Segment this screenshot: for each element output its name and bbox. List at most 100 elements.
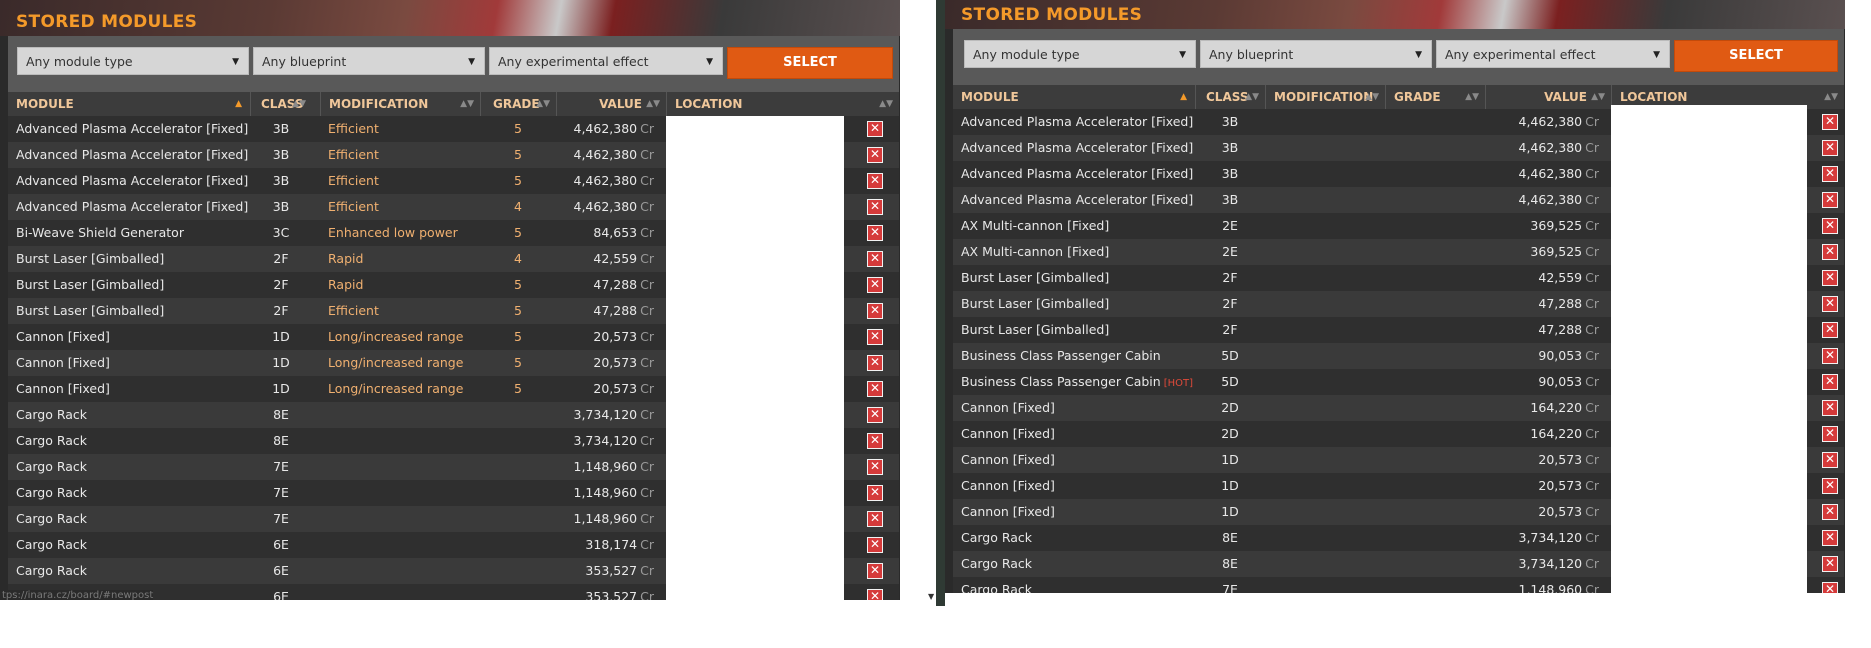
- currency-label: Cr: [640, 329, 654, 344]
- delete-x-icon[interactable]: ✕: [867, 537, 883, 553]
- page-title: STORED MODULES: [16, 12, 198, 32]
- delete-x-icon[interactable]: ✕: [1822, 270, 1838, 286]
- delete-x-icon[interactable]: ✕: [867, 355, 883, 371]
- column-modification[interactable]: MODIFICATION ▲▼: [320, 92, 480, 116]
- module-name-text: Advanced Plasma Accelerator [Fixed]: [961, 140, 1194, 155]
- column-grade[interactable]: GRADE ▲▼: [480, 92, 556, 116]
- module-type-select[interactable]: Any module type ▼: [964, 40, 1196, 68]
- currency-label: Cr: [1585, 348, 1599, 363]
- delete-x-icon[interactable]: ✕: [867, 563, 883, 579]
- delete-x-icon[interactable]: ✕: [867, 329, 883, 345]
- module-value: 4,462,380 Cr: [556, 142, 655, 168]
- delete-x-icon[interactable]: ✕: [1822, 556, 1838, 572]
- delete-x-icon[interactable]: ✕: [1822, 478, 1838, 494]
- currency-label: Cr: [640, 511, 654, 526]
- delete-x-icon[interactable]: ✕: [1822, 452, 1838, 468]
- module-value-text: 4,462,380: [573, 147, 638, 162]
- delete-x-icon[interactable]: ✕: [867, 511, 883, 527]
- delete-x-icon[interactable]: ✕: [1822, 114, 1838, 130]
- delete-x-icon[interactable]: ✕: [1822, 426, 1838, 442]
- delete-x-icon[interactable]: ✕: [867, 433, 883, 449]
- delete-x-icon[interactable]: ✕: [867, 173, 883, 189]
- module-value-text: 47,288: [593, 277, 638, 292]
- delete-x-icon[interactable]: ✕: [867, 589, 883, 600]
- delete-x-icon[interactable]: ✕: [867, 407, 883, 423]
- module-grade: 5: [514, 173, 522, 188]
- module-name-text: Cargo Rack: [961, 582, 1033, 593]
- module-name-text: Advanced Plasma Accelerator [Fixed]: [961, 114, 1194, 129]
- experimental-effect-select[interactable]: Any experimental effect ▼: [1436, 40, 1670, 68]
- module-value-text: 20,573: [593, 329, 638, 344]
- delete-x-icon[interactable]: ✕: [1822, 140, 1838, 156]
- column-class[interactable]: CLASS ▲▼: [250, 92, 312, 116]
- currency-label: Cr: [640, 225, 654, 240]
- module-value-text: 42,559: [1538, 270, 1583, 285]
- experimental-effect-select[interactable]: Any experimental effect ▼: [489, 47, 723, 75]
- delete-x-icon[interactable]: ✕: [867, 459, 883, 475]
- column-value[interactable]: VALUE ▲▼: [556, 92, 666, 116]
- currency-label: Cr: [640, 407, 654, 422]
- module-value-text: 42,559: [593, 251, 638, 266]
- column-module[interactable]: MODULE ▲: [8, 92, 250, 116]
- delete-x-icon[interactable]: ✕: [867, 199, 883, 215]
- delete-x-icon[interactable]: ✕: [1822, 192, 1838, 208]
- blueprint-select[interactable]: Any blueprint ▼: [253, 47, 485, 75]
- delete-x-icon[interactable]: ✕: [1822, 374, 1838, 390]
- module-name-text: Bi-Weave Shield Generator: [16, 225, 184, 240]
- column-modification[interactable]: MODIFICATION ▲▼: [1265, 85, 1385, 109]
- delete-x-icon[interactable]: ✕: [1822, 400, 1838, 416]
- module-value: 3,734,120 Cr: [1485, 525, 1600, 551]
- module-value: 164,220 Cr: [1485, 395, 1599, 421]
- delete-x-icon[interactable]: ✕: [1822, 166, 1838, 182]
- delete-x-icon[interactable]: ✕: [867, 147, 883, 163]
- scroll-down-icon[interactable]: ▼: [928, 592, 934, 601]
- column-class[interactable]: CLASS ▲▼: [1195, 85, 1265, 109]
- module-name: AX Multi-cannon [Fixed]: [961, 239, 1193, 265]
- module-class: 2F: [273, 303, 289, 318]
- delete-x-icon[interactable]: ✕: [1822, 218, 1838, 234]
- column-value-label: VALUE: [599, 97, 642, 111]
- sort-arrows-icon: ▲▼: [1245, 92, 1259, 102]
- select-button[interactable]: SELECT: [1674, 40, 1838, 72]
- module-class: 3B: [272, 147, 290, 162]
- delete-x-icon[interactable]: ✕: [1822, 322, 1838, 338]
- module-value-text: 353,527: [585, 589, 638, 600]
- module-value: 4,462,380 Cr: [556, 168, 655, 194]
- sort-asc-icon: ▲: [1180, 92, 1187, 102]
- module-class: 5D: [1221, 374, 1239, 389]
- delete-x-icon[interactable]: ✕: [867, 251, 883, 267]
- column-value[interactable]: VALUE ▲▼: [1485, 85, 1611, 109]
- module-name: Burst Laser [Gimballed]: [16, 298, 248, 324]
- module-grade: [480, 402, 556, 428]
- blueprint-select[interactable]: Any blueprint ▼: [1200, 40, 1432, 68]
- module-value: 20,573 Cr: [1485, 447, 1599, 473]
- column-module[interactable]: MODULE ▲: [953, 85, 1195, 109]
- delete-x-icon[interactable]: ✕: [867, 225, 883, 241]
- delete-x-icon[interactable]: ✕: [867, 277, 883, 293]
- currency-label: Cr: [1585, 374, 1599, 389]
- module-value-text: 1,148,960: [573, 485, 638, 500]
- experimental-effect-select-value: Any experimental effect: [498, 54, 649, 69]
- module-name: Cargo Rack: [16, 402, 248, 428]
- delete-x-icon[interactable]: ✕: [1822, 296, 1838, 312]
- delete-x-icon[interactable]: ✕: [867, 485, 883, 501]
- select-button[interactable]: SELECT: [727, 47, 893, 79]
- delete-x-icon[interactable]: ✕: [1822, 244, 1838, 260]
- delete-x-icon[interactable]: ✕: [1822, 348, 1838, 364]
- column-grade[interactable]: GRADE ▲▼: [1385, 85, 1485, 109]
- column-location[interactable]: LOCATION ▲▼: [666, 92, 899, 116]
- delete-x-icon[interactable]: ✕: [1822, 504, 1838, 520]
- module-modification: [328, 480, 478, 506]
- delete-x-icon[interactable]: ✕: [867, 381, 883, 397]
- delete-x-icon[interactable]: ✕: [867, 303, 883, 319]
- module-value: 369,525 Cr: [1485, 213, 1599, 239]
- module-name-text: Cannon [Fixed]: [961, 452, 1055, 467]
- delete-x-icon[interactable]: ✕: [867, 121, 883, 137]
- module-type-select[interactable]: Any module type ▼: [17, 47, 249, 75]
- delete-x-icon[interactable]: ✕: [1822, 582, 1838, 593]
- currency-label: Cr: [640, 277, 654, 292]
- sort-asc-icon: ▲: [235, 99, 242, 109]
- delete-x-icon[interactable]: ✕: [1822, 530, 1838, 546]
- module-name: Cannon [Fixed]: [16, 350, 248, 376]
- module-class: 3B: [1221, 140, 1239, 155]
